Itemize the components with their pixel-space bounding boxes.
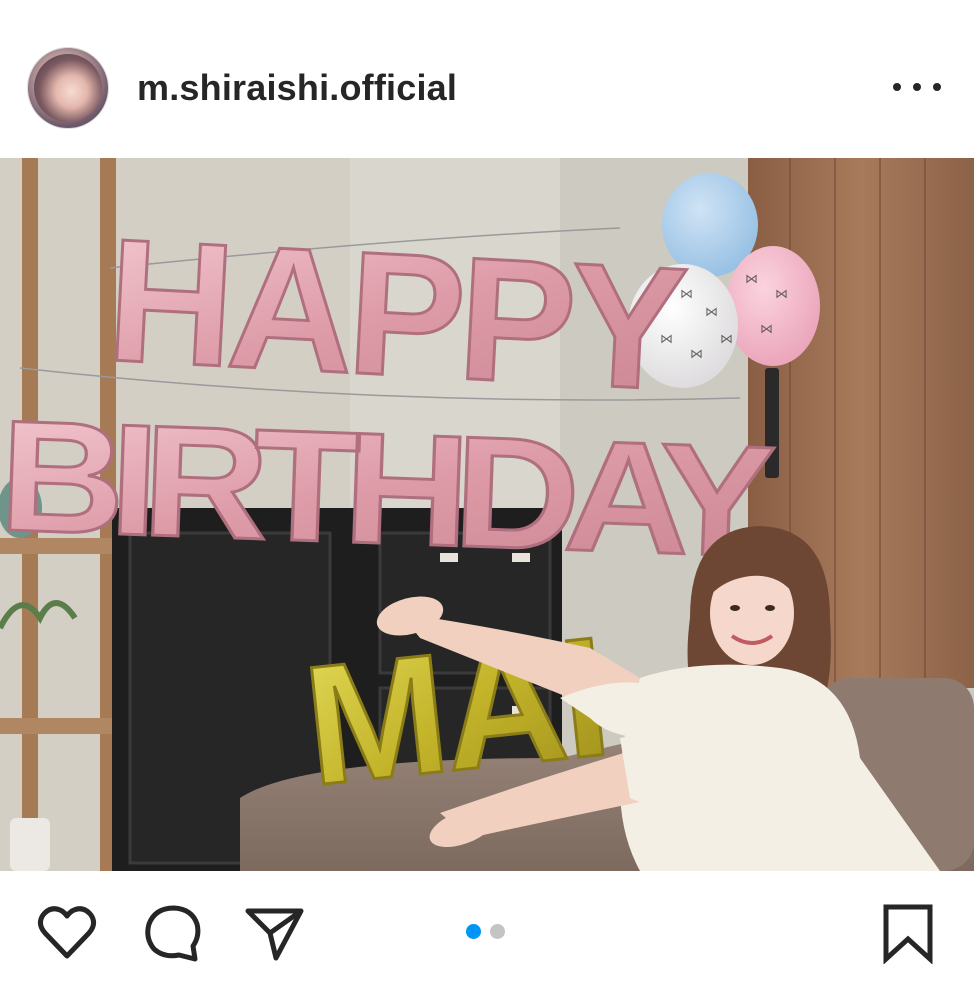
- post-photo-illustration: ⋈⋈⋈ ⋈⋈⋈ ⋈⋈⋈ HAPPY BIRTHDAY MAI: [0, 158, 974, 871]
- post-header: m.shiraishi.official: [0, 0, 974, 158]
- carousel-dot-active: [466, 924, 481, 939]
- heart-icon[interactable]: [36, 902, 98, 964]
- more-options-icon[interactable]: [893, 72, 941, 102]
- bookmark-icon[interactable]: [877, 902, 939, 964]
- svg-text:⋈: ⋈: [745, 272, 758, 287]
- post-photo[interactable]: ⋈ ⋈ ⋈ ⋈ ⋈ ⋈ ⋈ ⋈ ⋈ HAPPY BIRTHDAY MAI: [0, 158, 974, 871]
- balloon-birthday: BIRTHDAY: [0, 388, 775, 591]
- comment-icon[interactable]: [141, 902, 203, 964]
- send-icon[interactable]: [243, 902, 305, 964]
- svg-text:⋈: ⋈: [775, 287, 788, 302]
- svg-text:⋈: ⋈: [760, 322, 773, 337]
- profile-avatar[interactable]: [27, 47, 109, 129]
- carousel-indicator: [466, 924, 505, 939]
- carousel-dot: [490, 924, 505, 939]
- svg-text:⋈: ⋈: [705, 305, 718, 320]
- svg-text:⋈: ⋈: [720, 332, 733, 347]
- svg-text:⋈: ⋈: [690, 347, 703, 362]
- post-username[interactable]: m.shiraishi.official: [137, 66, 457, 110]
